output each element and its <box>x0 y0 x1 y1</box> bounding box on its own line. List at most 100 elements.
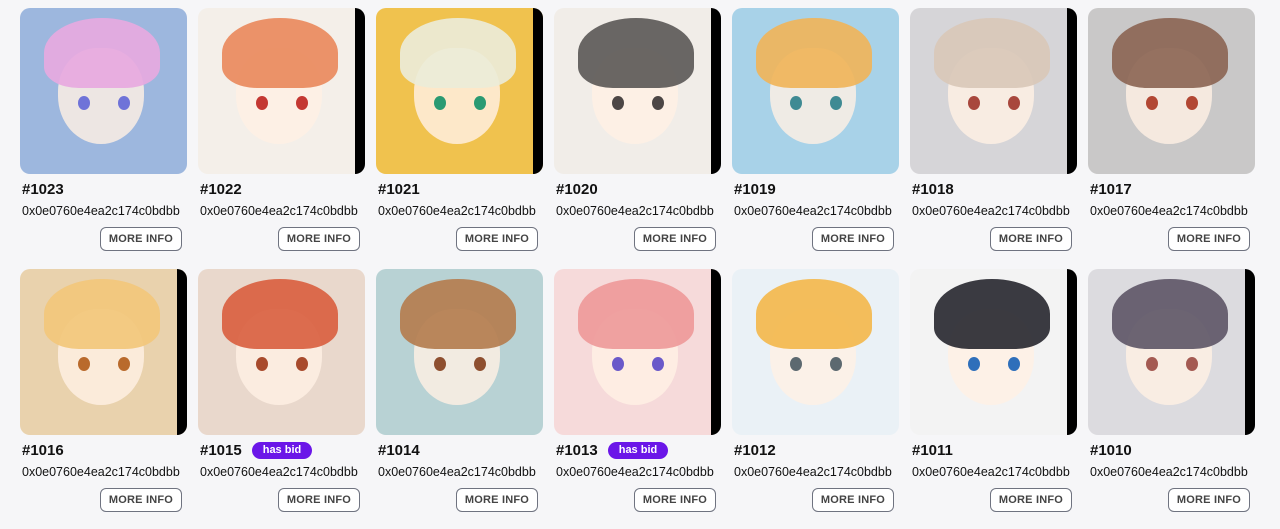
nft-card[interactable]: #1020 0x0e0760e4ea2c174c0bdbb MORE INFO <box>554 8 732 258</box>
owner-address: 0x0e0760e4ea2c174c0bdbb <box>200 204 358 218</box>
portrait-eyes <box>1146 96 1198 110</box>
image-edge-bar <box>711 269 721 435</box>
nft-id: #1014 <box>378 441 420 459</box>
nft-card[interactable]: #1023 0x0e0760e4ea2c174c0bdbb MORE INFO <box>20 8 198 258</box>
more-info-button[interactable]: MORE INFO <box>278 227 360 251</box>
nft-title-row: #1010 <box>1090 440 1132 460</box>
more-info-button[interactable]: MORE INFO <box>812 488 894 512</box>
more-info-button[interactable]: MORE INFO <box>456 227 538 251</box>
owner-address: 0x0e0760e4ea2c174c0bdbb <box>1090 465 1248 479</box>
nft-title-row: #1017 <box>1090 179 1132 199</box>
owner-address: 0x0e0760e4ea2c174c0bdbb <box>734 204 892 218</box>
nft-id: #1012 <box>734 441 776 459</box>
nft-card[interactable]: #1012 0x0e0760e4ea2c174c0bdbb MORE INFO <box>732 269 910 519</box>
nft-title-row: #1023 <box>22 179 64 199</box>
nft-thumbnail[interactable] <box>20 269 187 435</box>
more-info-button[interactable]: MORE INFO <box>1168 227 1250 251</box>
nft-thumbnail[interactable] <box>910 269 1077 435</box>
owner-address: 0x0e0760e4ea2c174c0bdbb <box>556 465 714 479</box>
nft-thumbnail[interactable] <box>732 8 899 174</box>
more-info-button[interactable]: MORE INFO <box>990 227 1072 251</box>
nft-thumbnail[interactable] <box>1088 269 1255 435</box>
more-info-button[interactable]: MORE INFO <box>456 488 538 512</box>
nft-thumbnail[interactable] <box>20 8 187 174</box>
owner-address: 0x0e0760e4ea2c174c0bdbb <box>556 204 714 218</box>
owner-address: 0x0e0760e4ea2c174c0bdbb <box>378 204 536 218</box>
image-edge-bar <box>1067 8 1077 174</box>
portrait-eyes <box>434 96 486 110</box>
nft-title-row: #1021 <box>378 179 420 199</box>
nft-card[interactable]: #1022 0x0e0760e4ea2c174c0bdbb MORE INFO <box>198 8 376 258</box>
nft-card[interactable]: #1021 0x0e0760e4ea2c174c0bdbb MORE INFO <box>376 8 554 258</box>
nft-id: #1020 <box>556 180 598 198</box>
nft-id: #1015 <box>200 441 242 459</box>
nft-card[interactable]: #1017 0x0e0760e4ea2c174c0bdbb MORE INFO <box>1088 8 1266 258</box>
nft-title-row: #1020 <box>556 179 598 199</box>
more-info-button[interactable]: MORE INFO <box>634 488 716 512</box>
nft-card[interactable]: #1018 0x0e0760e4ea2c174c0bdbb MORE INFO <box>910 8 1088 258</box>
nft-thumbnail[interactable] <box>732 269 899 435</box>
nft-title-row: #1015 has bid <box>200 440 313 460</box>
nft-card[interactable]: #1019 0x0e0760e4ea2c174c0bdbb MORE INFO <box>732 8 910 258</box>
portrait-eyes <box>256 96 308 110</box>
nft-title-row: #1018 <box>912 179 954 199</box>
nft-title-row: #1011 <box>912 440 953 460</box>
image-edge-bar <box>177 269 187 435</box>
portrait-eyes <box>78 96 130 110</box>
more-info-button[interactable]: MORE INFO <box>990 488 1072 512</box>
owner-address: 0x0e0760e4ea2c174c0bdbb <box>378 465 536 479</box>
nft-thumbnail[interactable] <box>1088 8 1255 174</box>
more-info-button[interactable]: MORE INFO <box>812 227 894 251</box>
more-info-button[interactable]: MORE INFO <box>100 488 182 512</box>
nft-id: #1021 <box>378 180 420 198</box>
nft-grid: #1023 0x0e0760e4ea2c174c0bdbb MORE INFO #10… <box>0 0 1280 529</box>
nft-card[interactable]: #1010 0x0e0760e4ea2c174c0bdbb MORE INFO <box>1088 269 1266 519</box>
nft-title-row: #1013 has bid <box>556 440 669 460</box>
more-info-button[interactable]: MORE INFO <box>100 227 182 251</box>
nft-title-row: #1022 <box>200 179 242 199</box>
nft-thumbnail[interactable] <box>554 269 721 435</box>
owner-address: 0x0e0760e4ea2c174c0bdbb <box>22 204 180 218</box>
portrait-eyes <box>256 357 308 371</box>
nft-title-row: #1012 <box>734 440 776 460</box>
nft-id: #1010 <box>1090 441 1132 459</box>
owner-address: 0x0e0760e4ea2c174c0bdbb <box>912 465 1070 479</box>
nft-id: #1018 <box>912 180 954 198</box>
portrait-eyes <box>968 357 1020 371</box>
more-info-button[interactable]: MORE INFO <box>1168 488 1250 512</box>
portrait-eyes <box>790 96 842 110</box>
nft-title-row: #1016 <box>22 440 64 460</box>
nft-card[interactable]: #1016 0x0e0760e4ea2c174c0bdbb MORE INFO <box>20 269 198 519</box>
nft-thumbnail[interactable] <box>910 8 1077 174</box>
portrait-eyes <box>790 357 842 371</box>
more-info-button[interactable]: MORE INFO <box>278 488 360 512</box>
image-edge-bar <box>355 8 365 174</box>
has-bid-badge: has bid <box>251 441 313 459</box>
image-edge-bar <box>1245 269 1255 435</box>
portrait-eyes <box>612 96 664 110</box>
owner-address: 0x0e0760e4ea2c174c0bdbb <box>22 465 180 479</box>
image-edge-bar <box>533 8 543 174</box>
nft-thumbnail[interactable] <box>376 8 543 174</box>
owner-address: 0x0e0760e4ea2c174c0bdbb <box>734 465 892 479</box>
portrait-eyes <box>78 357 130 371</box>
nft-thumbnail[interactable] <box>198 269 365 435</box>
nft-thumbnail[interactable] <box>554 8 721 174</box>
nft-card[interactable]: #1011 0x0e0760e4ea2c174c0bdbb MORE INFO <box>910 269 1088 519</box>
nft-title-row: #1019 <box>734 179 776 199</box>
portrait-eyes <box>434 357 486 371</box>
owner-address: 0x0e0760e4ea2c174c0bdbb <box>912 204 1070 218</box>
nft-thumbnail[interactable] <box>198 8 365 174</box>
nft-card[interactable]: #1013 has bid 0x0e0760e4ea2c174c0bdbb MORE … <box>554 269 732 519</box>
nft-id: #1011 <box>912 441 953 459</box>
nft-id: #1016 <box>22 441 64 459</box>
portrait-eyes <box>612 357 664 371</box>
more-info-button[interactable]: MORE INFO <box>634 227 716 251</box>
nft-id: #1019 <box>734 180 776 198</box>
nft-id: #1017 <box>1090 180 1132 198</box>
nft-card[interactable]: #1014 0x0e0760e4ea2c174c0bdbb MORE INFO <box>376 269 554 519</box>
portrait-eyes <box>1146 357 1198 371</box>
nft-card[interactable]: #1015 has bid 0x0e0760e4ea2c174c0bdbb MORE … <box>198 269 376 519</box>
nft-thumbnail[interactable] <box>376 269 543 435</box>
portrait-eyes <box>968 96 1020 110</box>
